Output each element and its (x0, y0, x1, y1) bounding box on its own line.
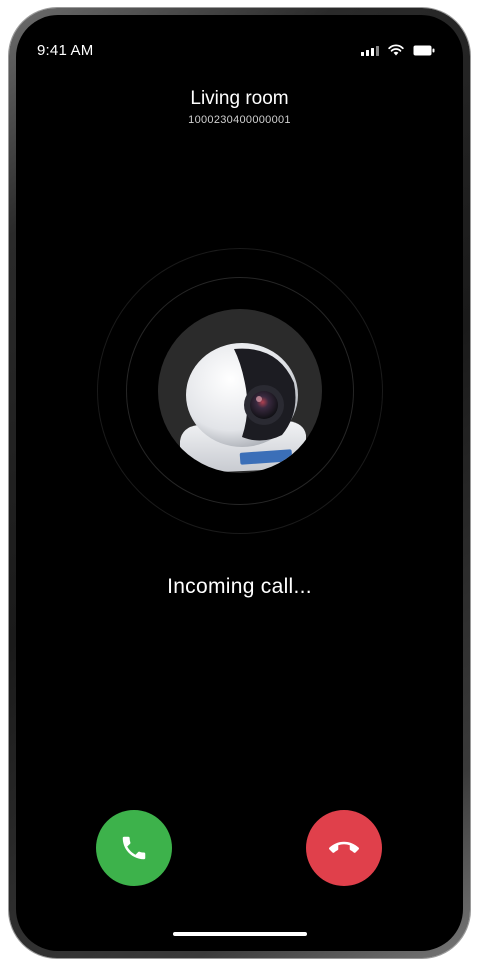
call-status: Incoming call... (167, 575, 312, 598)
call-screen: 9:41 AM Living room 1000230400000001 Inc… (16, 15, 463, 951)
status-time: 9:41 AM (37, 42, 94, 59)
camera-image (180, 343, 306, 473)
signal-icon (361, 45, 379, 56)
hang-up-icon (329, 841, 359, 853)
phone-frame: 9:41 AM Living room 1000230400000001 Inc… (9, 8, 470, 958)
caller-name: Living room (190, 88, 289, 109)
wifi-icon (388, 44, 404, 56)
phone-icon (122, 836, 146, 860)
battery-icon (413, 45, 435, 56)
camera-avatar (158, 309, 322, 473)
home-indicator[interactable] (173, 932, 307, 936)
status-icons (361, 44, 435, 56)
decline-button[interactable] (306, 810, 382, 886)
caller-id: 1000230400000001 (188, 114, 291, 126)
answer-button[interactable] (96, 810, 172, 886)
